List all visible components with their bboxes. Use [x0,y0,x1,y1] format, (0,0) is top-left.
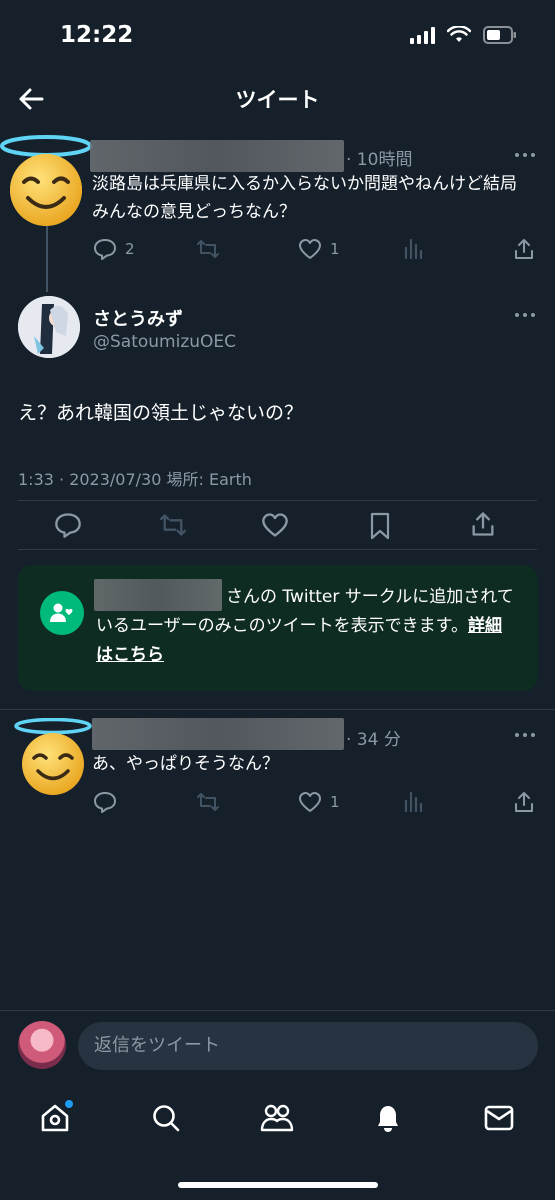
signal-icon [410,26,435,44]
reply-count: 2 [125,240,135,258]
views-icon [404,791,423,813]
share-button[interactable] [513,237,535,261]
retweet-icon [160,514,186,536]
redacted-username [92,718,344,750]
avatar[interactable] [0,132,92,228]
like-icon [299,792,321,812]
avatar[interactable] [18,296,80,358]
avatar[interactable] [18,1021,66,1069]
communities-icon [260,1104,294,1132]
notifications-icon [378,1106,398,1132]
nav-messages[interactable] [479,1098,519,1138]
like-button[interactable]: 1 [298,238,340,260]
reply-button[interactable] [54,512,82,538]
battery-icon [483,26,516,44]
circle-people-icon [40,591,84,635]
user-handle[interactable]: @SatoumizuOEC [93,332,236,352]
user-name[interactable]: さとうみず [93,305,183,331]
thread-line [46,226,48,292]
share-button[interactable] [470,510,496,538]
like-button[interactable]: 1 [298,791,340,813]
share-icon [515,792,533,812]
status-icons [410,26,517,44]
more-icon[interactable] [515,733,539,741]
more-icon[interactable] [515,153,539,161]
reply-input[interactable]: 返信をツイート [78,1022,538,1070]
like-count: 1 [330,240,340,258]
tweet-time: · 10時間 [346,150,413,170]
views-button[interactable] [402,791,424,813]
divider [18,500,537,501]
redacted-username [90,140,344,172]
retweet-button[interactable] [158,512,188,538]
divider [0,709,555,710]
like-icon [262,513,288,537]
tweet-meta: 1:33 · 2023/07/30 場所: Earth [18,470,252,489]
notification-dot [65,1100,73,1108]
retweet-button[interactable] [196,791,220,813]
views-icon [404,238,423,260]
home-indicator [178,1182,378,1188]
retweet-icon [197,240,219,258]
nav-search[interactable] [146,1098,186,1138]
reply-button[interactable] [93,791,117,813]
tweet-text: あ、やっぱりそうなん？ [92,754,279,774]
tweet-text: 淡路島は兵庫県に入るか入らないか問題やねんけど結局みんなの意見どっちなん？ [92,174,517,222]
views-button[interactable] [402,238,424,260]
search-icon [153,1105,180,1132]
like-count: 1 [330,793,340,811]
nav-home[interactable] [35,1098,75,1138]
like-button[interactable] [261,512,289,538]
retweet-icon [197,793,219,811]
more-icon[interactable] [515,313,539,321]
reply-button[interactable]: 2 [93,238,135,260]
circle-notice-message: さんの Twitter サークルに追加されているユーザーのみこのツイートを表示で… [96,587,514,636]
tweet-text: え？あれ韓国の領土じゃないの？ [18,402,304,424]
reply-icon [94,239,116,260]
status-time: 12:22 [60,22,134,48]
divider [0,1010,555,1011]
share-icon [472,512,494,536]
messages-icon [484,1105,514,1131]
page-title: ツイート [235,88,320,112]
reply-icon [55,513,81,538]
divider [18,549,537,550]
share-icon [515,239,533,259]
retweet-button[interactable] [196,238,220,260]
tweet-time: · 34 分 [346,730,401,750]
like-icon [299,239,321,259]
share-button[interactable] [513,790,535,814]
avatar[interactable] [14,718,92,798]
nav-notifications[interactable] [368,1098,408,1138]
wifi-icon [447,26,471,42]
nav-communities[interactable] [257,1098,297,1138]
bookmark-button[interactable] [368,512,392,540]
circle-notice-text: さんの Twitter サークルに追加されているユーザーのみこのツイートを表示で… [96,583,516,670]
bookmark-icon [370,512,390,540]
reply-icon [94,792,116,813]
circle-notice: さんの Twitter サークルに追加されているユーザーのみこのツイートを表示で… [18,565,538,691]
